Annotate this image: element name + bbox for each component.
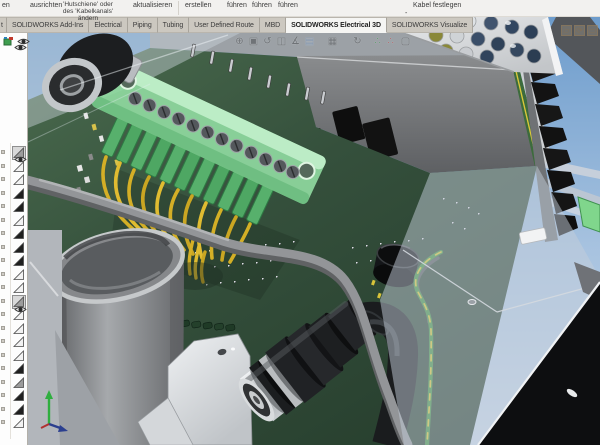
ribbon-group-separator <box>178 1 179 15</box>
view-settings-icon[interactable]: ▢ <box>399 35 412 48</box>
previous-view-icon[interactable]: ↺ <box>261 35 274 48</box>
measure-icon[interactable]: ∡ <box>289 35 302 48</box>
feature-tree-panel[interactable] <box>0 33 28 445</box>
zoom-fit-icon[interactable]: ⊕ <box>233 35 246 48</box>
tree-checkbox[interactable] <box>1 366 5 370</box>
eye-icon[interactable] <box>14 39 27 57</box>
eye-icon[interactable] <box>14 151 27 169</box>
tree-item-3[interactable] <box>0 187 28 200</box>
ribbon-command-label-8[interactable]: Kabel festlegen <box>413 2 461 9</box>
feature-triangle-icon <box>13 404 25 416</box>
section-view-icon[interactable]: ◫ <box>275 35 288 48</box>
tab-piping[interactable]: Piping <box>128 17 158 33</box>
zoom-area-icon[interactable]: ▣ <box>247 35 260 48</box>
feature-triangle-icon <box>13 269 25 281</box>
tree-item-2[interactable] <box>0 173 28 186</box>
tree-checkbox[interactable] <box>1 353 5 357</box>
feature-triangle-icon <box>13 282 25 294</box>
tree-item-15[interactable] <box>0 349 28 362</box>
tree-checkbox[interactable] <box>1 285 5 289</box>
tree-item-19[interactable] <box>0 403 28 416</box>
tab-mbd[interactable]: MBD <box>260 17 286 33</box>
tree-item-9[interactable] <box>0 268 28 281</box>
solidworks-window: ⊕▣↺◫∡▤▦↻∴∴▢▱⟳▭ enausrichten'Hutschiene' … <box>0 0 600 445</box>
tree-item-10[interactable] <box>0 281 28 294</box>
tab-solidworks-visualize[interactable]: SOLIDWORKS Visualize <box>387 17 473 33</box>
feature-triangle-icon <box>13 336 25 348</box>
tree-item-16[interactable] <box>0 362 28 375</box>
tree-item-5[interactable] <box>0 214 28 227</box>
tree-item-14[interactable] <box>0 335 28 348</box>
tab-solidworks-electrical-3d[interactable]: SOLIDWORKS Electrical 3D <box>286 17 387 33</box>
feature-triangle-icon <box>13 377 25 389</box>
tree-checkbox[interactable] <box>1 204 5 208</box>
feature-triangle-icon <box>13 363 25 375</box>
feature-triangle-icon <box>13 390 25 402</box>
tree-item-20[interactable] <box>0 416 28 429</box>
tree-checkbox[interactable] <box>1 326 5 330</box>
tree-item-4[interactable] <box>0 200 28 213</box>
tree-checkbox[interactable] <box>1 191 5 195</box>
assembly-part-icon[interactable] <box>2 35 14 47</box>
annotations-icon[interactable]: ▤ <box>303 35 316 48</box>
ribbon-command-label-2[interactable]: 'Hutschiene' oderdes 'Kabelkanals'ändern <box>62 2 114 23</box>
ribbon-command-label-3[interactable]: aktualisieren <box>133 2 172 9</box>
tab-tubing[interactable]: Tubing <box>158 17 190 33</box>
tree-checkbox[interactable] <box>1 258 5 262</box>
ribbon-command-label-4[interactable]: erstellen <box>185 2 211 9</box>
tree-item-7[interactable] <box>0 241 28 254</box>
scene-icon[interactable]: ∴ <box>384 35 397 48</box>
feature-triangle-icon <box>13 350 25 362</box>
tree-checkbox[interactable] <box>1 245 5 249</box>
feature-triangle-icon <box>13 188 25 200</box>
tree-item-18[interactable] <box>0 389 28 402</box>
tree-item-17[interactable] <box>0 376 28 389</box>
feature-triangle-icon <box>13 201 25 213</box>
tree-checkbox[interactable] <box>1 407 5 411</box>
tree-checkbox[interactable] <box>1 420 5 424</box>
tree-checkbox[interactable] <box>1 150 5 154</box>
ghost-refresh-icon[interactable]: ⟳ <box>574 25 585 36</box>
tree-checkbox[interactable] <box>1 339 5 343</box>
tree-checkbox[interactable] <box>1 218 5 222</box>
ghost-panel-icon[interactable]: ▭ <box>587 25 598 36</box>
tree-checkbox[interactable] <box>1 299 5 303</box>
tab-user-defined-route[interactable]: User Defined Route <box>189 17 260 33</box>
ribbon-command-label-9[interactable]: - <box>405 10 407 17</box>
tab-t[interactable]: t <box>0 17 7 33</box>
tree-item-8[interactable] <box>0 254 28 267</box>
feature-triangle-icon <box>13 215 25 227</box>
ribbon-command-label-5[interactable]: führen <box>227 2 247 9</box>
tree-checkbox[interactable] <box>1 272 5 276</box>
tree-checkbox[interactable] <box>1 231 5 235</box>
feature-triangle-icon <box>13 255 25 267</box>
eye-icon[interactable] <box>14 301 27 319</box>
ribbon-strip: enausrichten'Hutschiene' oderdes 'Kabelk… <box>0 0 600 17</box>
ribbon-command-label-6[interactable]: führen <box>252 2 272 9</box>
tree-checkbox[interactable] <box>1 380 5 384</box>
feature-triangle-icon <box>13 174 25 186</box>
tree-checkbox[interactable] <box>1 393 5 397</box>
feature-triangle-icon <box>13 417 25 429</box>
display-style-icon[interactable]: ▦ <box>326 35 339 48</box>
tree-checkbox[interactable] <box>1 164 5 168</box>
ribbon-command-label-0[interactable]: en <box>2 2 10 9</box>
feature-triangle-icon <box>13 323 25 335</box>
feature-triangle-icon <box>13 242 25 254</box>
3d-scene <box>0 17 600 445</box>
3d-viewport[interactable]: ⊕▣↺◫∡▤▦↻∴∴▢▱⟳▭ <box>0 17 600 445</box>
tree-checkbox[interactable] <box>1 312 5 316</box>
tree-item-13[interactable] <box>0 322 28 335</box>
tree-item-6[interactable] <box>0 227 28 240</box>
ribbon-command-label-7[interactable]: führen <box>278 2 298 9</box>
feature-triangle-icon <box>13 228 25 240</box>
appearance-icon[interactable]: ∴ <box>371 35 384 48</box>
ribbon-command-label-1[interactable]: ausrichten <box>30 2 62 9</box>
rotate-view-icon[interactable]: ↻ <box>351 35 364 48</box>
tree-checkbox[interactable] <box>1 177 5 181</box>
ghost-window-icon[interactable]: ▱ <box>561 25 572 36</box>
